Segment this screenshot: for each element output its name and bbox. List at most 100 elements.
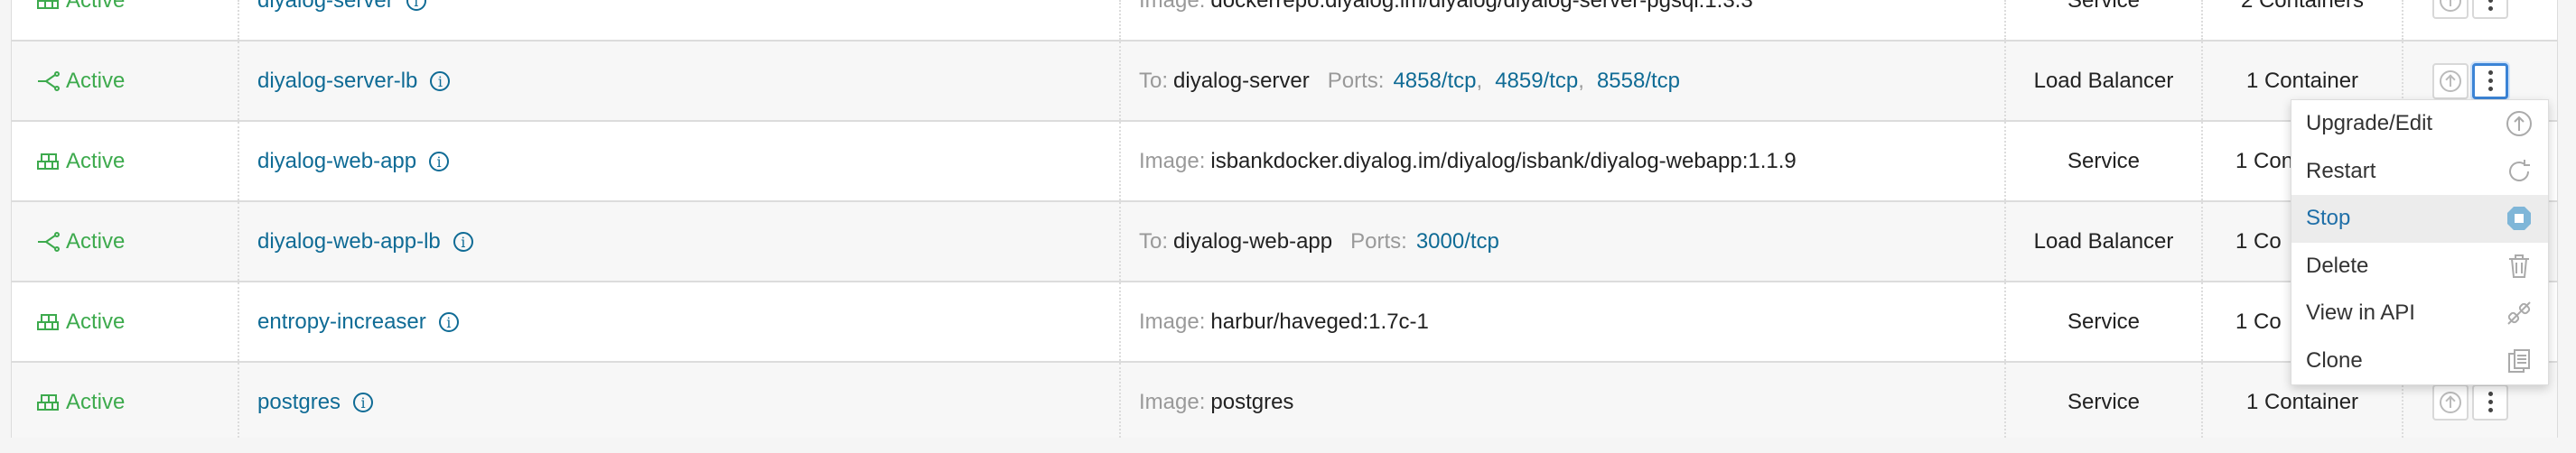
service-name-link[interactable]: postgres [257, 390, 341, 415]
upgrade-button[interactable] [2432, 0, 2469, 19]
actions-dropdown-menu: Upgrade/Edit Restart Stop Delete View in… [2291, 99, 2549, 385]
clone-icon [2503, 345, 2535, 377]
load-balancer-icon [38, 70, 60, 91]
state-cell: Active [35, 42, 125, 120]
info-icon[interactable]: i [438, 311, 459, 332]
menu-item-view-in-api[interactable]: View in API [2291, 290, 2548, 337]
detail-value: isbankdocker.diyalog.im/diyalog/isbank/d… [1210, 148, 1797, 173]
ports-label: Ports: [1350, 228, 1407, 254]
more-icon [2487, 390, 2493, 414]
detail-value: dockerrepo.diyalog.im/diyalog/diyalog-se… [1210, 0, 1753, 13]
menu-item-clone[interactable]: Clone [2291, 337, 2548, 385]
service-name-link[interactable]: entropy-increaser [257, 310, 426, 335]
more-actions-button[interactable] [2472, 0, 2508, 19]
detail-label: Image: [1139, 389, 1206, 414]
port-link[interactable]: 4859/tcp [1495, 69, 1578, 94]
info-icon[interactable]: i [353, 392, 374, 412]
service-name-cell: entropy-increaser i [257, 282, 459, 361]
menu-item-restart[interactable]: Restart [2291, 148, 2548, 196]
menu-item-label: Delete [2306, 253, 2369, 278]
services-table: Active diyalog-server i Image: dockerrep… [11, 0, 2558, 443]
info-icon[interactable]: i [406, 0, 426, 11]
table-row: Active diyalog-server-lb i To: diyalog-s… [12, 42, 2557, 122]
state-cell: Active [35, 282, 125, 361]
upgrade-button[interactable] [2432, 384, 2469, 421]
state-label: Active [66, 68, 126, 93]
port-link[interactable]: 3000/tcp [1416, 229, 1499, 254]
table-row: Active entropy-increaser i Image: harbur… [12, 282, 2557, 363]
service-name-cell: diyalog-web-app i [257, 122, 450, 200]
menu-item-label: Stop [2306, 206, 2351, 231]
trash-icon [2503, 250, 2535, 282]
upgrade-icon [2440, 0, 2461, 12]
detail-label: Image: [1139, 148, 1206, 173]
state-cell: Active [35, 122, 125, 200]
more-icon [2487, 0, 2493, 13]
more-actions-button[interactable] [2472, 384, 2508, 421]
state-cell: Active [35, 202, 125, 281]
menu-item-stop[interactable]: Stop [2291, 195, 2548, 243]
service-icon [37, 0, 59, 9]
load-balancer-icon [38, 231, 60, 252]
detail-label: To: [1139, 228, 1169, 254]
state-label: Active [66, 148, 126, 173]
service-name-link[interactable]: diyalog-server-lb [257, 69, 417, 94]
menu-item-delete[interactable]: Delete [2291, 243, 2548, 291]
state-label: Active [66, 0, 126, 13]
info-icon[interactable]: i [453, 231, 473, 252]
detail-cell: Image: isbankdocker.diyalog.im/diyalog/i… [1139, 122, 1797, 200]
stop-icon [2503, 202, 2535, 235]
upgrade-icon [2440, 69, 2461, 92]
service-icon [37, 153, 59, 170]
detail-cell: Image: dockerrepo.diyalog.im/diyalog/diy… [1139, 0, 1753, 40]
detail-label: Image: [1139, 309, 1206, 334]
detail-value: harbur/haveged:1.7c-1 [1210, 309, 1429, 334]
service-name-link[interactable]: diyalog-web-app-lb [257, 229, 441, 254]
kind-cell: Service [2067, 148, 2141, 173]
menu-item-label: Clone [2306, 347, 2363, 373]
kind-cell: Service [2067, 309, 2141, 334]
restart-icon [2503, 155, 2535, 188]
detail-label: To: [1139, 68, 1169, 93]
detail-cell: To: diyalog-web-app Ports: 3000/tcp [1139, 202, 1499, 281]
kind-cell: Load Balancer [2033, 68, 2174, 93]
detail-cell: Image: postgres [1139, 363, 1293, 441]
menu-item-label: Upgrade/Edit [2306, 111, 2433, 136]
detail-cell: Image: harbur/haveged:1.7c-1 [1139, 282, 1429, 361]
upgrade-icon [2503, 107, 2535, 140]
port-link[interactable]: 4858/tcp [1393, 69, 1476, 94]
api-icon [2503, 297, 2535, 329]
ports-label: Ports: [1327, 68, 1385, 93]
state-cell: Active [35, 0, 125, 40]
page-background [0, 438, 2576, 453]
state-label: Active [66, 228, 126, 254]
info-icon[interactable]: i [430, 70, 451, 91]
service-name-link[interactable]: diyalog-web-app [257, 149, 416, 174]
table-row: Active diyalog-web-app i Image: isbankdo… [12, 122, 2557, 202]
scale-cell: 2 Containers [2240, 0, 2365, 13]
service-name-cell: diyalog-server-lb i [257, 42, 451, 120]
service-icon [37, 393, 59, 411]
kind-cell: Service [2067, 389, 2141, 414]
kind-cell: Load Balancer [2033, 228, 2174, 254]
service-name-cell: diyalog-server i [257, 0, 426, 40]
service-name-link[interactable]: diyalog-server [257, 0, 394, 14]
detail-cell: To: diyalog-server Ports: 4858/tcp, 4859… [1139, 68, 1681, 94]
more-icon [2487, 69, 2493, 93]
detail-label: Image: [1139, 0, 1206, 13]
service-name-cell: postgres i [257, 363, 374, 441]
service-icon [37, 313, 59, 330]
more-actions-button[interactable] [2472, 62, 2508, 99]
port-link[interactable]: 8558/tcp [1597, 69, 1680, 94]
table-row: Active diyalog-web-app-lb i To: diyalog-… [12, 202, 2557, 282]
state-label: Active [66, 309, 126, 334]
state-label: Active [66, 389, 126, 414]
menu-item-upgrade-edit[interactable]: Upgrade/Edit [2291, 100, 2548, 148]
menu-item-label: View in API [2306, 300, 2415, 326]
kind-cell: Service [2067, 0, 2141, 13]
table-row: Active postgres i Image: postgres Servic… [12, 363, 2557, 443]
info-icon[interactable]: i [429, 151, 450, 171]
service-name-cell: diyalog-web-app-lb i [257, 202, 473, 281]
upgrade-button[interactable] [2432, 62, 2469, 99]
state-cell: Active [35, 363, 125, 441]
